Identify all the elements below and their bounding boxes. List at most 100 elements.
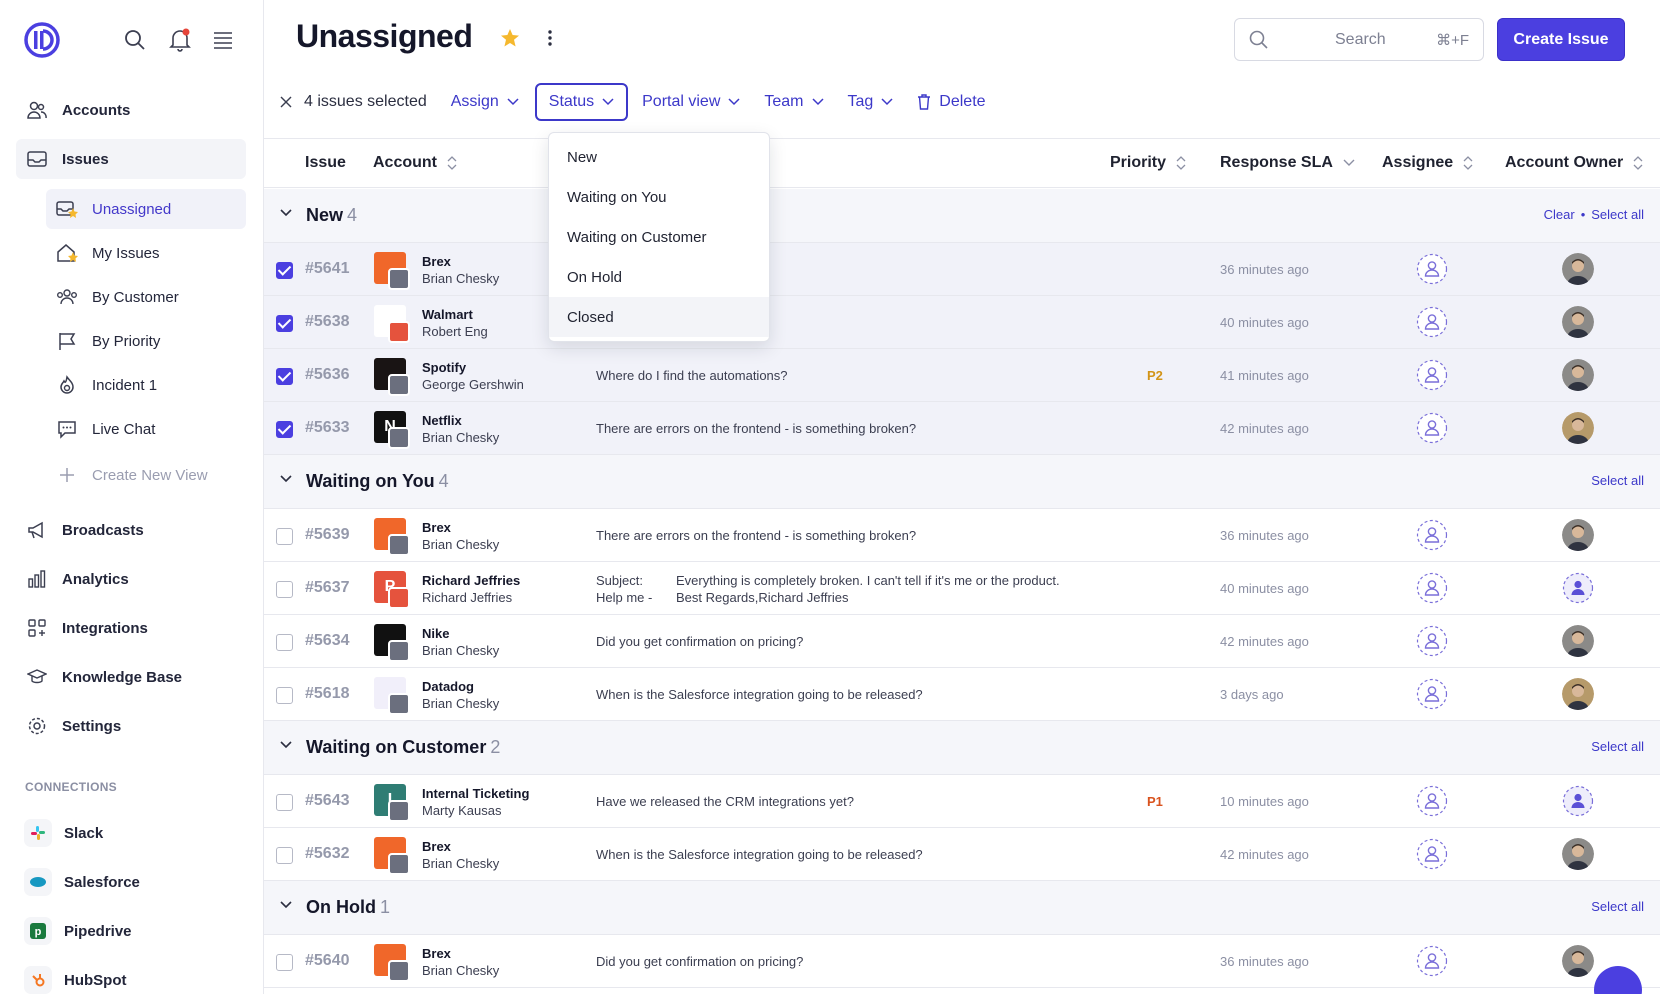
sidebar-item-settings[interactable]: Settings [16,706,246,746]
account-owner-avatar[interactable] [1562,785,1594,817]
connection-slack[interactable]: Slack [24,816,103,850]
account-owner-avatar[interactable] [1562,253,1594,285]
select-all-link[interactable]: Select all [1591,899,1644,914]
assignee-placeholder-icon[interactable] [1416,838,1448,870]
issue-id[interactable]: #5637 [305,579,350,597]
group-header[interactable]: New 4 Clear • Select all [264,189,1660,243]
issue-subject[interactable]: Did you get confirmation on pricing? [596,634,803,649]
chevron-down-icon[interactable] [280,475,292,483]
account-name[interactable]: Brex [422,520,451,535]
search-input[interactable]: Search ⌘+F [1234,18,1484,61]
menu-icon[interactable] [210,27,236,53]
connection-salesforce[interactable]: Salesforce [24,865,140,899]
status-option-closed[interactable]: Closed [549,297,769,337]
account-name[interactable]: Netflix [422,413,462,428]
sidebar-item-live-chat[interactable]: Live Chat [46,409,246,449]
table-row[interactable]: #5641BrexBrian CheskyI get some help?36 … [264,243,1660,296]
assignee-placeholder-icon[interactable] [1416,412,1448,444]
issue-id[interactable]: #5643 [305,792,350,810]
issue-subject[interactable]: There are errors on the frontend - is so… [596,421,916,436]
connection-hubspot[interactable]: HubSpot [24,963,126,994]
row-checkbox[interactable] [276,954,293,971]
issue-subject[interactable]: Did you get confirmation on pricing? [596,954,803,969]
issue-id[interactable]: #5638 [305,313,350,331]
assignee-placeholder-icon[interactable] [1416,945,1448,977]
chevron-down-icon[interactable] [280,209,292,217]
status-option-waiting-on-you[interactable]: Waiting on You [549,177,769,217]
sidebar-item-issues[interactable]: Issues [16,139,246,179]
chevron-down-icon[interactable] [280,741,292,749]
table-row[interactable]: #5638 Walmart Robert Eng 40 minutes ago [264,296,1660,349]
row-checkbox[interactable] [276,315,293,332]
sidebar-item-by-customer[interactable]: By Customer [46,277,246,317]
assign-dropdown[interactable]: Assign [451,83,519,121]
column-account-owner[interactable]: Account Owner [1505,154,1643,172]
assignee-placeholder-icon[interactable] [1416,785,1448,817]
group-header[interactable]: On Hold 1 Select all [264,881,1660,935]
status-option-waiting-on-customer[interactable]: Waiting on Customer [549,217,769,257]
select-all-link[interactable]: Select all [1591,739,1644,754]
table-row[interactable]: #5639 Brex Brian Chesky There are errors on… [264,509,1660,562]
issue-id[interactable]: #5632 [305,845,350,863]
table-row[interactable]: #5633NNetflixBrian CheskyThere are error… [264,402,1660,455]
issue-id[interactable]: #5636 [305,366,350,384]
column-response-sla[interactable]: Response SLA [1220,154,1355,172]
group-header[interactable]: Waiting on You 4 Select all [264,455,1660,509]
sidebar-item-unassigned[interactable]: Unassigned [46,189,246,229]
sidebar-item-accounts[interactable]: Accounts [16,90,246,130]
status-option-new[interactable]: New [549,137,769,177]
sidebar-item-analytics[interactable]: Analytics [16,559,246,599]
table-row[interactable]: #5643IInternal TicketingMarty KausasHave… [264,775,1660,828]
issue-subject[interactable]: Have we released the CRM integrations ye… [596,794,854,809]
connection-pipedrive[interactable]: p Pipedrive [24,914,132,948]
account-name[interactable]: Nike [422,626,449,641]
delete-button[interactable]: Delete [917,83,986,121]
notification-bell-icon[interactable] [167,27,193,53]
create-issue-button[interactable]: Create Issue [1497,18,1625,61]
clear-selection-button[interactable]: 4 issues selected [280,83,427,121]
row-checkbox[interactable] [276,528,293,545]
account-name[interactable]: Internal Ticketing [422,786,529,801]
assignee-placeholder-icon[interactable] [1416,572,1448,604]
account-owner-avatar[interactable] [1562,572,1594,604]
column-assignee[interactable]: Assignee [1382,154,1473,172]
column-issue[interactable]: Issue [305,154,346,172]
table-row[interactable]: #5634 Nike Brian Chesky Did you get confirm… [264,615,1660,668]
more-options-icon[interactable] [544,28,556,48]
clear-link[interactable]: Clear [1544,207,1575,222]
issue-subject[interactable]: There are errors on the frontend - is so… [596,528,916,543]
sidebar-item-integrations[interactable]: Integrations [16,608,246,648]
account-name[interactable]: Brex [422,839,451,854]
account-name[interactable]: Datadog [422,679,474,694]
row-checkbox[interactable] [276,634,293,651]
account-owner-avatar[interactable] [1562,306,1594,338]
row-checkbox[interactable] [276,421,293,438]
assignee-placeholder-icon[interactable] [1416,359,1448,391]
issue-id[interactable]: #5633 [305,419,350,437]
select-all-link[interactable]: Select all [1591,473,1644,488]
tag-dropdown[interactable]: Tag [848,83,894,121]
row-checkbox[interactable] [276,687,293,704]
table-row[interactable]: #5637PRichard JeffriesRichard JeffriesSu… [264,562,1660,615]
account-owner-avatar[interactable] [1562,412,1594,444]
issue-subject[interactable]: When is the Salesforce integration going… [596,847,923,862]
sidebar-item-knowledge-base[interactable]: Knowledge Base [16,657,246,697]
table-row[interactable]: #5632 Brex Brian Chesky When is the Salesfo… [264,828,1660,881]
account-owner-avatar[interactable] [1562,945,1594,977]
assignee-placeholder-icon[interactable] [1416,519,1448,551]
table-row[interactable]: #5640 Brex Brian Chesky Did you get confirm… [264,935,1660,988]
group-header[interactable]: Waiting on Customer 2 Select all [264,721,1660,775]
column-priority[interactable]: Priority [1110,154,1186,172]
row-checkbox[interactable] [276,368,293,385]
table-row[interactable]: #5618 Datadog Brian Chesky When is the Sale… [264,668,1660,721]
assignee-placeholder-icon[interactable] [1416,306,1448,338]
account-name[interactable]: Richard Jeffries [422,573,520,588]
issue-id[interactable]: #5640 [305,952,350,970]
row-checkbox[interactable] [276,581,293,598]
assignee-placeholder-icon[interactable] [1416,253,1448,285]
search-icon[interactable] [122,27,148,53]
account-name[interactable]: Brex [422,254,451,269]
account-owner-avatar[interactable] [1562,838,1594,870]
row-checkbox[interactable] [276,847,293,864]
chevron-down-icon[interactable] [280,901,292,909]
